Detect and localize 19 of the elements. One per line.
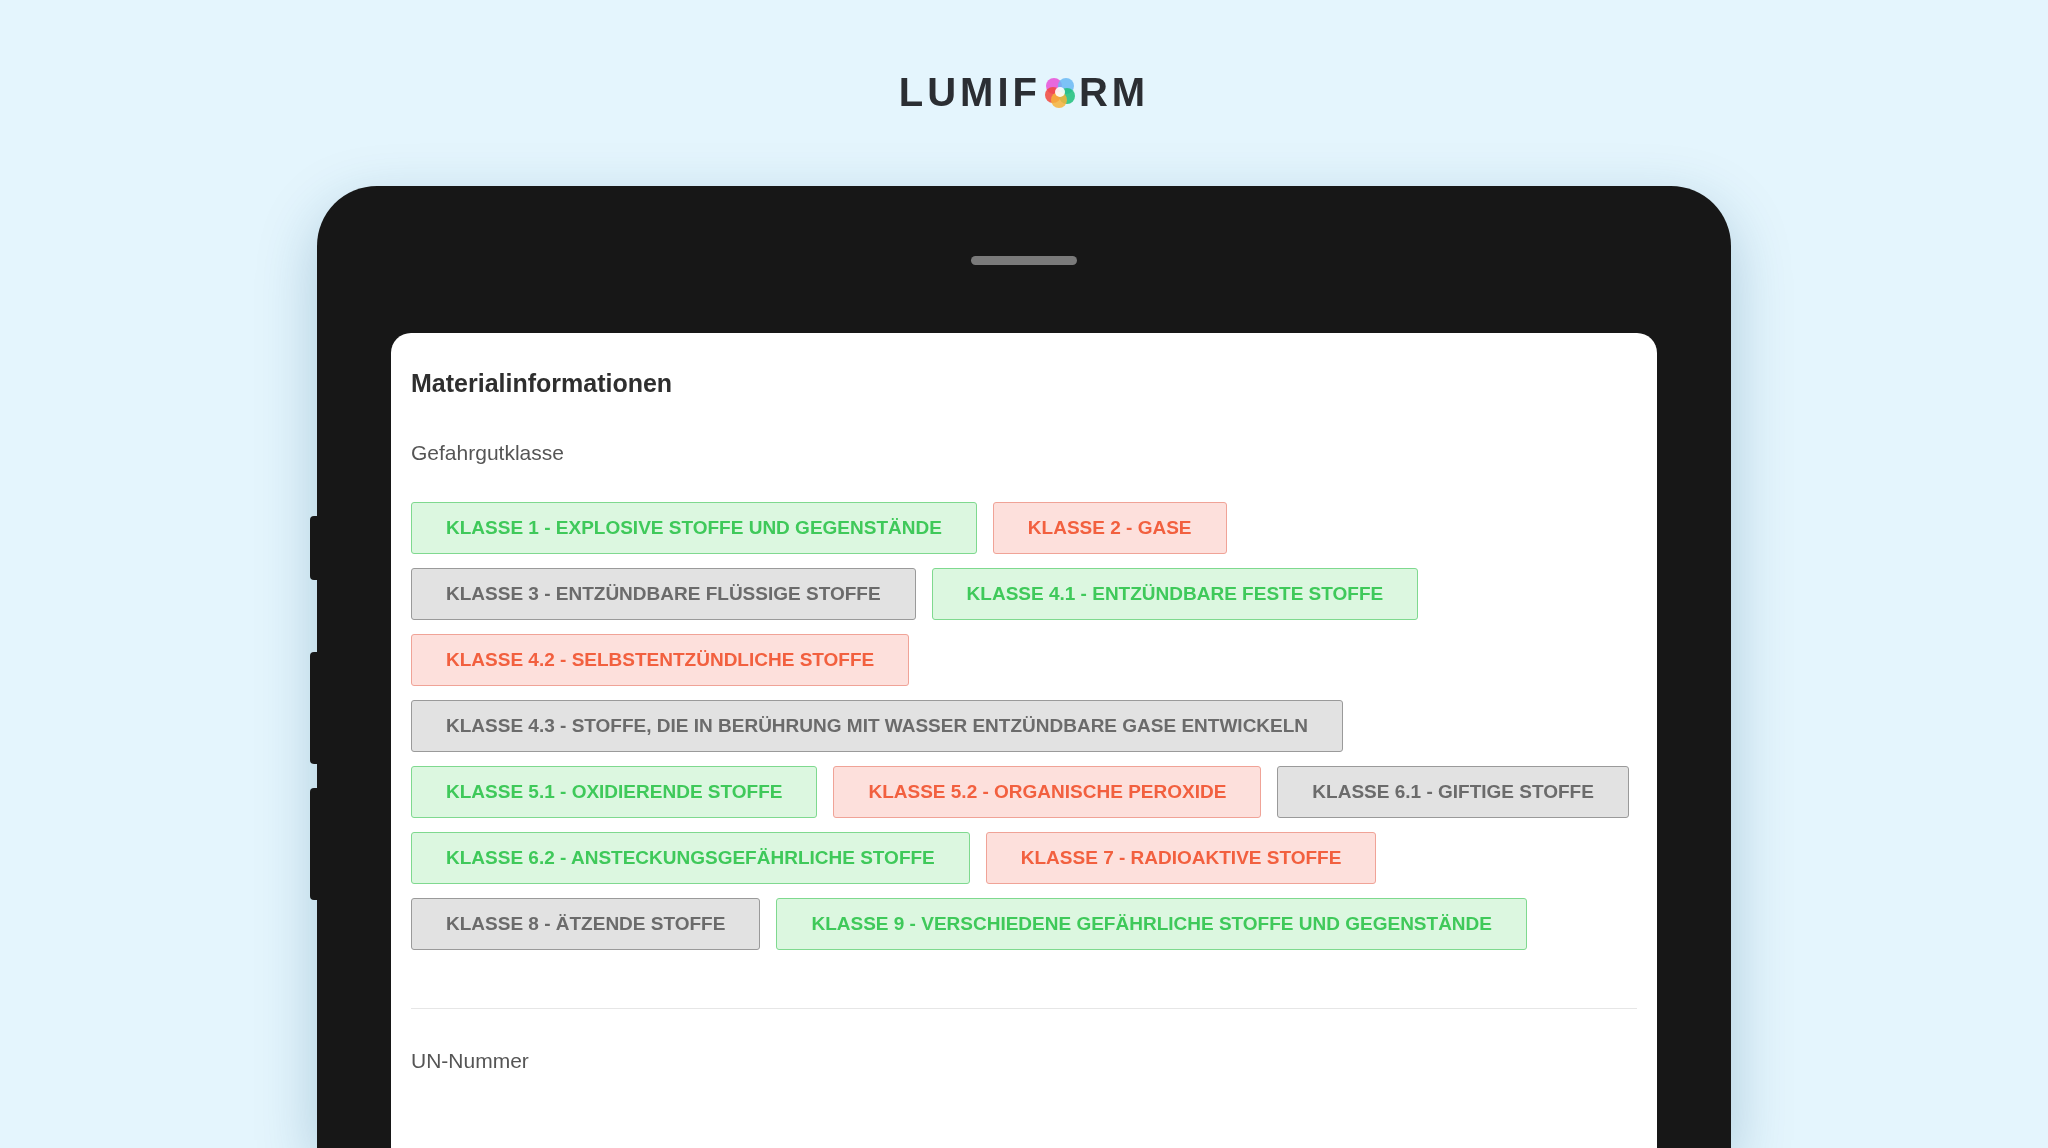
hazard-class-option[interactable]: KLASSE 5.2 - ORGANISCHE PEROXIDE — [833, 766, 1262, 818]
hazard-class-option[interactable]: KLASSE 2 - GASE — [992, 502, 1227, 554]
flower-logo-icon — [1043, 75, 1077, 109]
hazard-class-option[interactable]: KLASSE 3 - ENTZÜNDBARE FLÜSSIGE STOFFE — [411, 568, 916, 620]
hazard-class-option[interactable]: KLASSE 7 - RADIOAKTIVE STOFFE — [985, 832, 1377, 884]
hazard-class-option[interactable]: KLASSE 4.1 - ENTZÜNDBARE FESTE STOFFE — [931, 568, 1419, 620]
hazard-class-option[interactable]: KLASSE 6.1 - GIFTIGE STOFFE — [1277, 766, 1629, 818]
hazard-class-option[interactable]: KLASSE 6.2 - ANSTECKUNGSGEFÄHRLICHE STOFFE — [411, 832, 970, 884]
field-label: UN-Nummer — [411, 1048, 530, 1074]
logo-text: RM — [1079, 69, 1150, 116]
hazard-class-option[interactable]: KLASSE 8 - ÄTZENDE STOFFE — [411, 898, 761, 950]
section-title: Materialinformationen — [411, 368, 674, 399]
hazard-class-option[interactable]: KLASSE 5.1 - OXIDIERENDE STOFFE — [411, 766, 818, 818]
hazard-class-option[interactable]: KLASSE 9 - VERSCHIEDENE GEFÄHRLICHE STOFFE UND GEGENSTÄNDE — [776, 898, 1527, 950]
hazard-class-option[interactable]: KLASSE 1 - EXPLOSIVE STOFFE UND GEGENSTÄNDE — [411, 502, 977, 554]
logo-text: LUMIF — [898, 69, 1041, 116]
hazard-class-option[interactable]: KLASSE 4.3 - STOFFE, DIE IN BERÜHRUNG MIT WASSER ENTZÜNDBARE GASE ENTWICKELN — [411, 700, 1344, 752]
hazard-class-option[interactable]: KLASSE 4.2 - SELBSTENTZÜNDLICHE STOFFE — [411, 634, 910, 686]
field-label: Gefahrgutklasse — [411, 439, 565, 466]
